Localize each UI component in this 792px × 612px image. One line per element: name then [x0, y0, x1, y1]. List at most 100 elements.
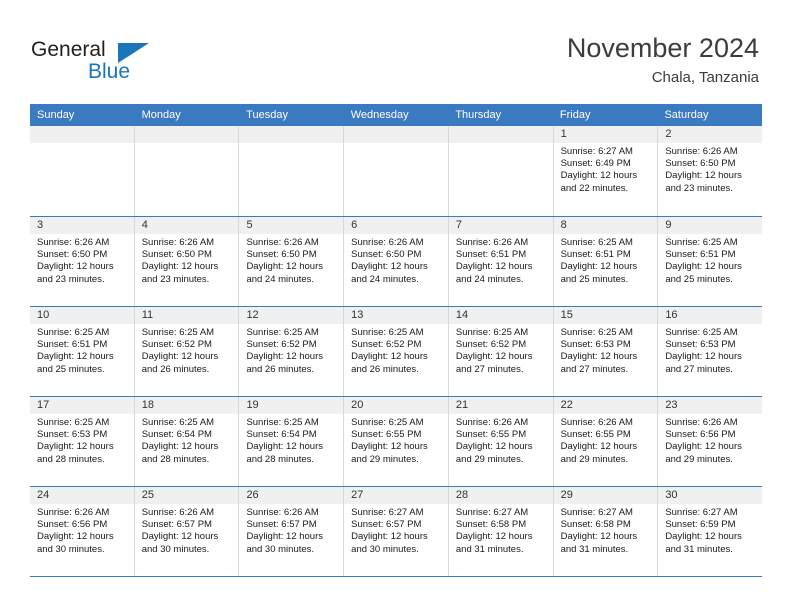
- day-cell-20[interactable]: 20 Sunrise: 6:25 AM Sunset: 6:55 PM Dayligh…: [343, 397, 448, 486]
- day-cell-17[interactable]: 17 Sunrise: 6:25 AM Sunset: 6:53 PM Dayligh…: [30, 397, 134, 486]
- day-sun-info: Sunrise: 6:25 AM Sunset: 6:52 PM Daylight:…: [135, 324, 239, 376]
- day-sun-info: Sunrise: 6:26 AM Sunset: 6:55 PM Daylight:…: [449, 414, 553, 466]
- day-cell-empty: [30, 126, 134, 216]
- sunset-text: Sunset: 6:57 PM: [246, 519, 317, 531]
- sunrise-text: Sunrise: 6:26 AM: [141, 237, 215, 248]
- daylight-text-line1: Daylight: 12 hours: [665, 261, 742, 273]
- day-cell-4[interactable]: 4 Sunrise: 6:26 AM Sunset: 6:50 PM Daylight…: [133, 217, 239, 306]
- sunrise-text: Sunrise: 6:25 AM: [665, 237, 738, 248]
- sunrise-text: Sunrise: 6:25 AM: [455, 327, 529, 338]
- daylight-text-line2: and 27 minutes.: [665, 363, 733, 375]
- day-sun-info: Sunrise: 6:27 AM Sunset: 6:59 PM Daylight:…: [658, 504, 762, 556]
- day-number: 6: [344, 217, 448, 234]
- daylight-text-line1: Daylight: 12 hours: [665, 170, 742, 182]
- daylight-text-line1: Daylight: 12 hours: [455, 261, 533, 273]
- day-cell-empty: [343, 126, 448, 216]
- sunrise-text: Sunrise: 6:25 AM: [665, 327, 738, 338]
- day-cell-empty: [133, 126, 239, 216]
- day-cell-12[interactable]: 12 Sunrise: 6:25 AM Sunset: 6:52 PM Dayligh…: [238, 307, 344, 396]
- daylight-text-line1: Daylight: 12 hours: [560, 170, 638, 182]
- day-cell-24[interactable]: 24 Sunrise: 6:26 AM Sunset: 6:56 PM Dayligh…: [30, 487, 134, 576]
- day-sun-info: Sunrise: 6:25 AM Sunset: 6:52 PM Daylight:…: [344, 324, 448, 376]
- title-block: November 2024 Chala, Tanzania: [567, 32, 759, 87]
- day-cell-13[interactable]: 13 Sunrise: 6:25 AM Sunset: 6:52 PM Dayligh…: [343, 307, 448, 396]
- day-number: 14: [448, 307, 553, 324]
- calendar-week-row: 10 Sunrise: 6:25 AM Sunset: 6:51 PM Dayligh…: [30, 306, 763, 396]
- daylight-text-line2: and 30 minutes.: [351, 543, 419, 555]
- daylight-text-line2: and 23 minutes.: [141, 273, 210, 285]
- weekday-header-monday: Monday: [141, 109, 181, 121]
- day-sun-info: Sunrise: 6:27 AM Sunset: 6:58 PM Daylight:…: [449, 504, 553, 556]
- day-number: 23: [658, 397, 763, 414]
- day-cell-9[interactable]: 9 Sunrise: 6:25 AM Sunset: 6:51 PM Daylight…: [657, 217, 763, 306]
- day-number: 12: [239, 307, 344, 324]
- day-number: 19: [239, 397, 344, 414]
- day-cell-23[interactable]: 23 Sunrise: 6:26 AM Sunset: 6:56 PM Dayligh…: [657, 397, 763, 486]
- day-number: [448, 126, 553, 143]
- daylight-text-line1: Daylight: 12 hours: [246, 441, 324, 453]
- daylight-text-line1: Daylight: 12 hours: [141, 351, 219, 363]
- sunset-text: Sunset: 6:52 PM: [141, 339, 212, 351]
- day-cell-22[interactable]: 22 Sunrise: 6:26 AM Sunset: 6:55 PM Dayligh…: [552, 397, 658, 486]
- day-cell-30[interactable]: 30 Sunrise: 6:27 AM Sunset: 6:59 PM Dayligh…: [657, 487, 763, 576]
- day-cell-7[interactable]: 7 Sunrise: 6:26 AM Sunset: 6:51 PM Daylight…: [447, 217, 553, 306]
- calendar-week-row: 17 Sunrise: 6:25 AM Sunset: 6:53 PM Dayligh…: [30, 396, 763, 486]
- day-cell-27[interactable]: 27 Sunrise: 6:27 AM Sunset: 6:57 PM Dayligh…: [343, 487, 448, 576]
- day-cell-14[interactable]: 14 Sunrise: 6:25 AM Sunset: 6:52 PM Dayligh…: [447, 307, 553, 396]
- day-cell-15[interactable]: 15 Sunrise: 6:25 AM Sunset: 6:53 PM Dayligh…: [552, 307, 658, 396]
- day-cell-8[interactable]: 8 Sunrise: 6:25 AM Sunset: 6:51 PM Daylight…: [552, 217, 658, 306]
- weekday-header-friday: Friday: [559, 109, 591, 121]
- daylight-text-line1: Daylight: 12 hours: [665, 441, 742, 453]
- sunset-text: Sunset: 6:53 PM: [665, 339, 736, 351]
- sunset-text: Sunset: 6:50 PM: [665, 158, 736, 170]
- day-cell-29[interactable]: 29 Sunrise: 6:27 AM Sunset: 6:58 PM Dayligh…: [552, 487, 658, 576]
- day-cell-2[interactable]: 2 Sunrise: 6:26 AM Sunset: 6:50 PM Daylight…: [657, 126, 763, 216]
- daylight-text-line2: and 28 minutes.: [246, 453, 315, 465]
- daylight-text-line2: and 29 minutes.: [560, 453, 629, 465]
- day-number: 3: [30, 217, 134, 234]
- calendar-page: General Blue November 2024 Chala, Tanzan…: [0, 0, 792, 612]
- day-sun-info: Sunrise: 6:26 AM Sunset: 6:50 PM Daylight:…: [344, 234, 448, 286]
- day-cell-25[interactable]: 25 Sunrise: 6:26 AM Sunset: 6:57 PM Dayligh…: [133, 487, 239, 576]
- sunrise-text: Sunrise: 6:27 AM: [560, 146, 633, 157]
- day-cell-26[interactable]: 26 Sunrise: 6:26 AM Sunset: 6:57 PM Dayligh…: [238, 487, 344, 576]
- day-cell-6[interactable]: 6 Sunrise: 6:26 AM Sunset: 6:50 PM Daylight…: [343, 217, 448, 306]
- calendar-weeks: 1 Sunrise: 6:27 AM Sunset: 6:49 PM Daylight…: [30, 126, 763, 576]
- daylight-text-line1: Daylight: 12 hours: [246, 531, 324, 543]
- daylight-text-line2: and 29 minutes.: [665, 453, 733, 465]
- day-cell-10[interactable]: 10 Sunrise: 6:25 AM Sunset: 6:51 PM Dayligh…: [30, 307, 134, 396]
- sunset-text: Sunset: 6:50 PM: [246, 249, 317, 261]
- daylight-text-line2: and 30 minutes.: [141, 543, 210, 555]
- day-sun-info: Sunrise: 6:26 AM Sunset: 6:56 PM Daylight:…: [30, 504, 134, 556]
- sunset-text: Sunset: 6:51 PM: [37, 339, 108, 351]
- day-sun-info: Sunrise: 6:26 AM Sunset: 6:56 PM Daylight:…: [658, 414, 762, 466]
- day-cell-1[interactable]: 1 Sunrise: 6:27 AM Sunset: 6:49 PM Daylight…: [552, 126, 658, 216]
- day-cell-11[interactable]: 11 Sunrise: 6:25 AM Sunset: 6:52 PM Dayligh…: [133, 307, 239, 396]
- sunset-text: Sunset: 6:52 PM: [246, 339, 317, 351]
- day-cell-19[interactable]: 19 Sunrise: 6:25 AM Sunset: 6:54 PM Dayligh…: [238, 397, 344, 486]
- daylight-text-line2: and 30 minutes.: [246, 543, 315, 555]
- day-cell-5[interactable]: 5 Sunrise: 6:26 AM Sunset: 6:50 PM Daylight…: [238, 217, 344, 306]
- sunrise-text: Sunrise: 6:25 AM: [351, 327, 424, 338]
- brand-logo[interactable]: General Blue: [31, 38, 231, 88]
- day-number: [30, 126, 134, 143]
- sunset-text: Sunset: 6:53 PM: [37, 429, 108, 441]
- sunrise-text: Sunrise: 6:27 AM: [560, 507, 633, 518]
- sunset-text: Sunset: 6:51 PM: [560, 249, 631, 261]
- daylight-text-line2: and 28 minutes.: [37, 453, 105, 465]
- day-cell-21[interactable]: 21 Sunrise: 6:26 AM Sunset: 6:55 PM Dayligh…: [447, 397, 553, 486]
- day-number: 11: [134, 307, 239, 324]
- day-number: 24: [30, 487, 134, 504]
- daylight-text-line1: Daylight: 12 hours: [560, 261, 638, 273]
- day-number: 25: [134, 487, 239, 504]
- daylight-text-line1: Daylight: 12 hours: [560, 441, 638, 453]
- day-cell-18[interactable]: 18 Sunrise: 6:25 AM Sunset: 6:54 PM Dayligh…: [133, 397, 239, 486]
- day-cell-3[interactable]: 3 Sunrise: 6:26 AM Sunset: 6:50 PM Daylight…: [30, 217, 134, 306]
- day-sun-info: Sunrise: 6:26 AM Sunset: 6:50 PM Daylight:…: [658, 143, 762, 195]
- sunset-text: Sunset: 6:56 PM: [665, 429, 736, 441]
- day-cell-28[interactable]: 28 Sunrise: 6:27 AM Sunset: 6:58 PM Dayligh…: [447, 487, 553, 576]
- page-header: General Blue November 2024 Chala, Tanzan…: [0, 0, 792, 100]
- day-cell-16[interactable]: 16 Sunrise: 6:25 AM Sunset: 6:53 PM Dayligh…: [657, 307, 763, 396]
- daylight-text-line1: Daylight: 12 hours: [37, 351, 114, 363]
- sunrise-text: Sunrise: 6:27 AM: [665, 507, 738, 518]
